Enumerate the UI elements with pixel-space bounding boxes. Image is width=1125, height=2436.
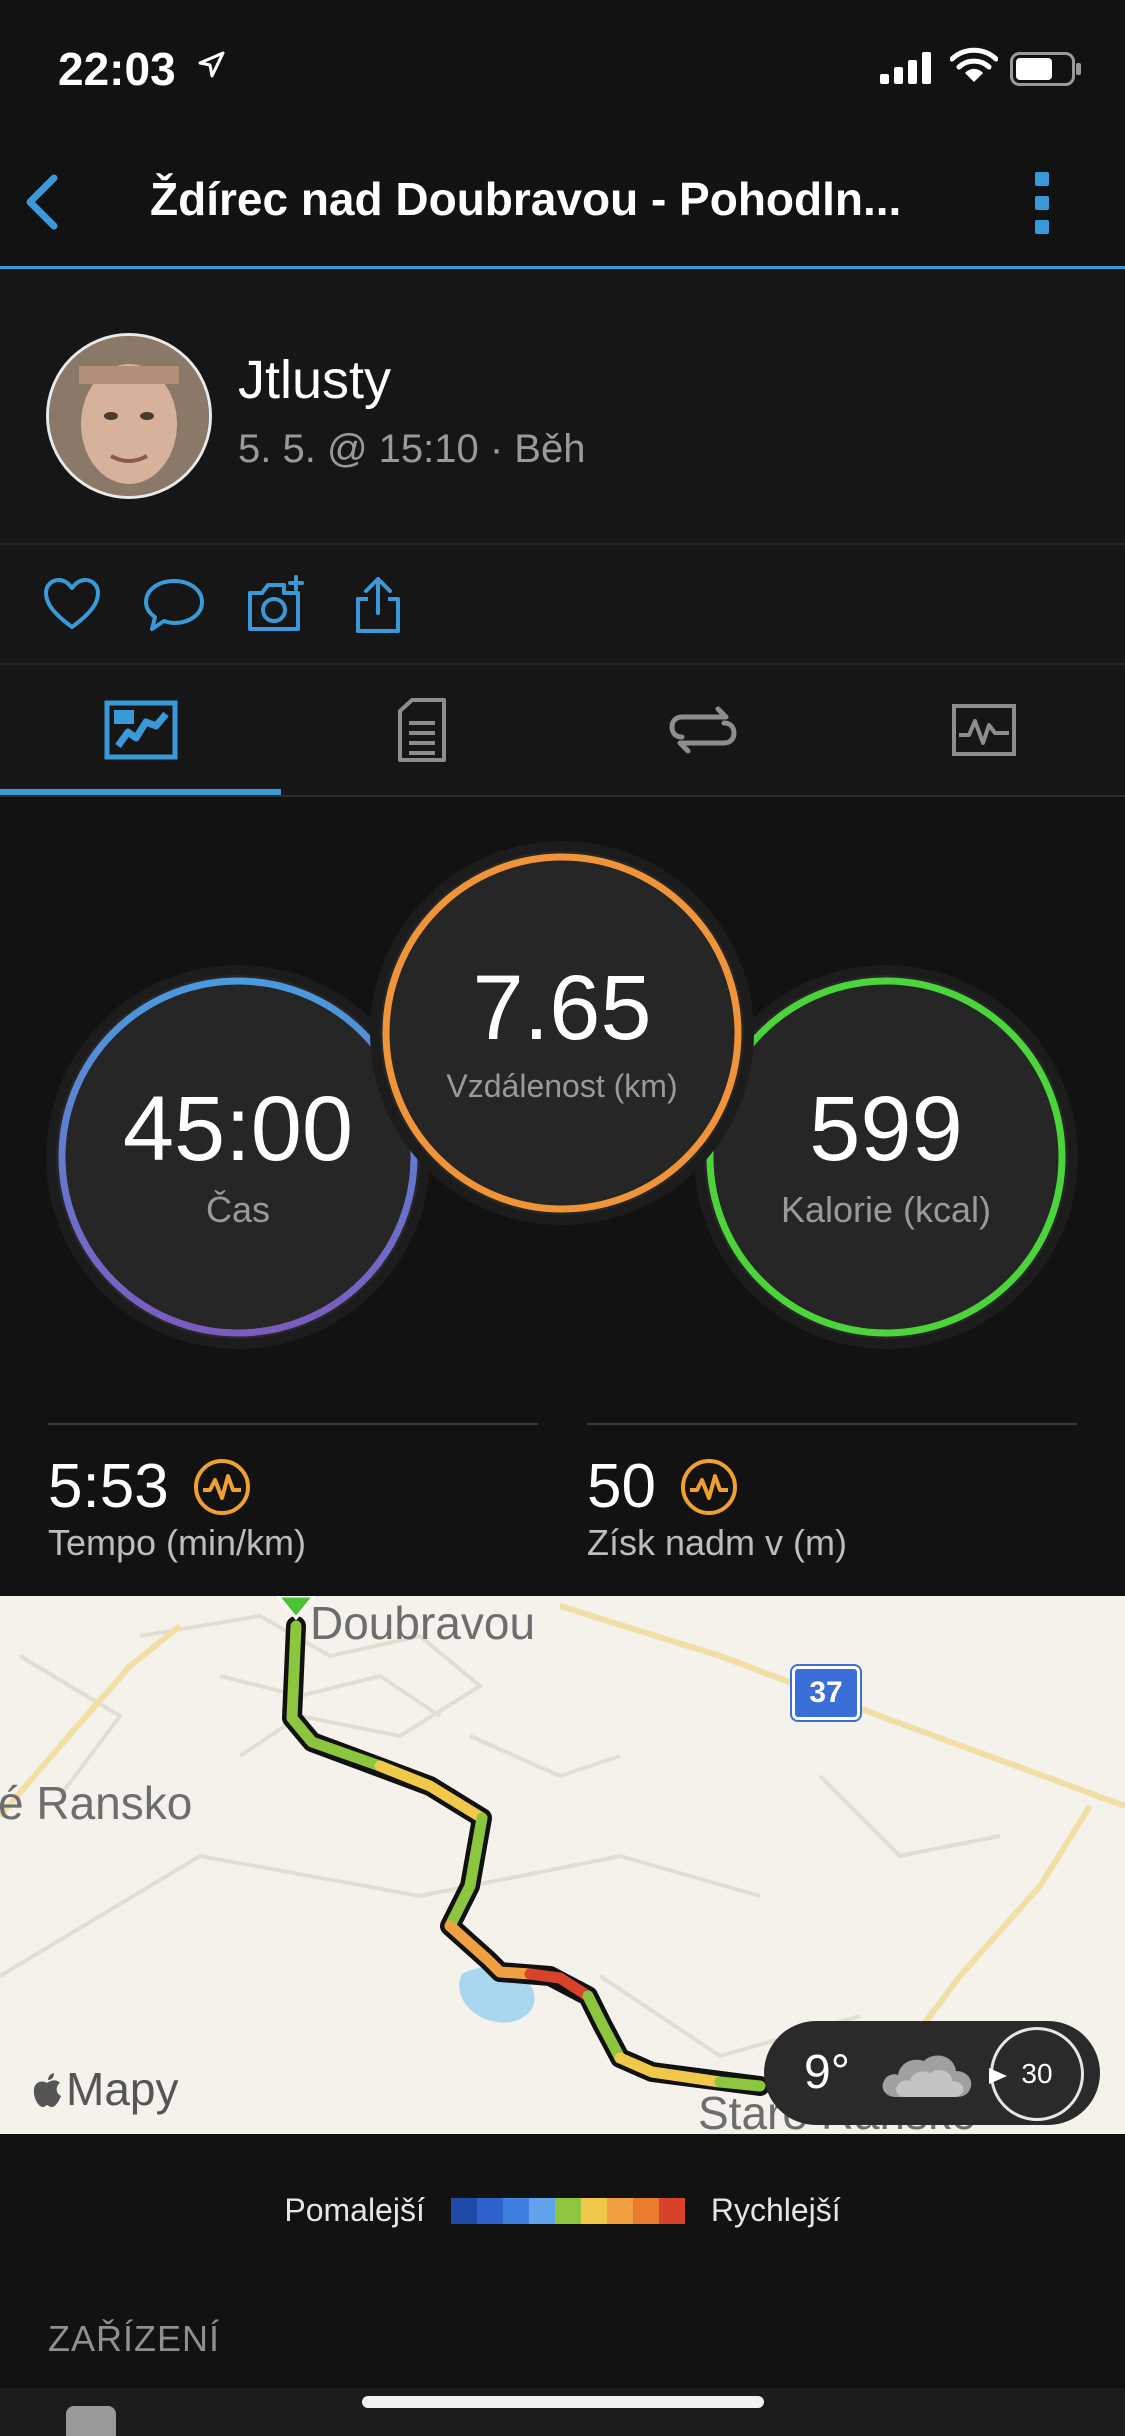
map-attribution: Mapy [30, 2062, 178, 2116]
calories-value: 599 [809, 1078, 963, 1180]
legend-swatch [450, 2197, 477, 2224]
legend-swatch [580, 2197, 607, 2224]
overview-map-icon [104, 700, 177, 760]
pace-value: 5:53 [48, 1452, 169, 1521]
legend-swatch [606, 2197, 633, 2224]
map-label-town: Doubravou [310, 1597, 536, 1649]
action-bar [0, 545, 1125, 665]
pace-activity-icon [193, 1458, 250, 1515]
wifi-icon [950, 47, 998, 82]
add-photo-camera-icon[interactable] [244, 573, 308, 637]
location-arrow-icon [198, 51, 225, 78]
wind-gauge: 30 [989, 2027, 1084, 2121]
legend-faster: Rychlejší [710, 2192, 841, 2228]
map-attribution-text: Mapy [66, 2063, 179, 2115]
distance-value: 7.65 [472, 956, 652, 1059]
elevation-stat: 50 Získ nadm v (m) [587, 1451, 847, 1564]
distance-label: Vzdálenost (km) [446, 1067, 678, 1104]
time-label: Čas [205, 1189, 271, 1230]
temperature: 9° [804, 2046, 850, 2099]
share-icon[interactable] [346, 573, 410, 637]
road-sign: 37 [792, 1666, 860, 1720]
legend-swatch [502, 2197, 529, 2224]
activity-owner: Jtlusty 5. 5. @ 15:10 · Běh [0, 269, 1125, 545]
apple-logo-icon [33, 2073, 61, 2107]
page-title: Ždírec nad Doubravou - Pohodln... [150, 173, 902, 225]
activity-tabs [0, 665, 1125, 797]
wind-direction-arrow-icon [989, 2068, 1007, 2084]
time-stat: 45:00 Čas [56, 975, 420, 1339]
like-heart-icon[interactable] [40, 573, 104, 637]
status-time: 22:03 [58, 43, 176, 95]
calories-stat: 599 Kalorie (kcal) [704, 975, 1068, 1339]
battery-icon [1010, 52, 1081, 86]
time-value: 45:00 [122, 1078, 354, 1180]
wind-speed: 30 [1021, 2058, 1053, 2089]
cloud-icon [882, 2055, 972, 2097]
back-chevron-icon[interactable] [22, 170, 62, 234]
calories-label: Kalorie (kcal) [780, 1189, 992, 1230]
elevation-value: 50 [587, 1452, 656, 1521]
status-bar: 22:03 [0, 0, 1125, 140]
stats-list-icon [397, 698, 446, 762]
charts-graph-icon [951, 704, 1016, 756]
laps-loop-icon [669, 706, 736, 754]
activity-summary: 45:00 Čas 599 Kalorie (kcal) 7.65 Vzdále… [0, 797, 1125, 1597]
active-tab-indicator [0, 789, 281, 795]
legend-swatch [632, 2197, 659, 2224]
more-options-icon[interactable] [1030, 168, 1054, 238]
elevation-activity-icon [680, 1458, 737, 1515]
map-label-west: é Ransko [0, 1777, 193, 1829]
pace-legend: Pomalejší Rychlejší [0, 2134, 1125, 2304]
pace-divider [48, 1423, 538, 1425]
navigation-bar: Ždírec nad Doubravou - Pohodln... [0, 140, 1125, 269]
legend-swatch [528, 2197, 555, 2224]
legend-swatch [476, 2197, 503, 2224]
legend-swatch [658, 2197, 685, 2224]
tab-stats[interactable] [281, 665, 562, 795]
tab-charts[interactable] [843, 665, 1124, 795]
route-map[interactable]: Doubravou é Ransko Staré Ransko 37 Mapy … [0, 1596, 1125, 2134]
pace-stat: 5:53 Tempo (min/km) [48, 1451, 306, 1564]
weather-widget: 9° 30 [764, 2021, 1100, 2125]
avatar-image [49, 336, 209, 496]
pace-label: Tempo (min/km) [48, 1522, 307, 1563]
cellular-signal-icon [880, 52, 931, 84]
legend-color-scale [450, 2197, 685, 2224]
avatar[interactable] [46, 333, 212, 499]
legend-swatch [554, 2197, 581, 2224]
activity-meta: 5. 5. @ 15:10 · Běh [238, 427, 586, 471]
elevation-label: Získ nadm v (m) [587, 1522, 848, 1563]
legend-slower: Pomalejší [284, 2192, 425, 2228]
home-indicator [362, 2396, 764, 2408]
device-watch-icon [66, 2406, 116, 2436]
distance-stat: 7.65 Vzdálenost (km) [380, 851, 744, 1215]
elevation-divider [587, 1423, 1077, 1425]
tab-laps[interactable] [562, 665, 843, 795]
tab-overview[interactable] [0, 665, 281, 795]
comment-bubble-icon[interactable] [142, 573, 206, 637]
section-title-devices: ZAŘÍZENÍ [48, 2318, 221, 2359]
username[interactable]: Jtlusty [238, 349, 391, 411]
